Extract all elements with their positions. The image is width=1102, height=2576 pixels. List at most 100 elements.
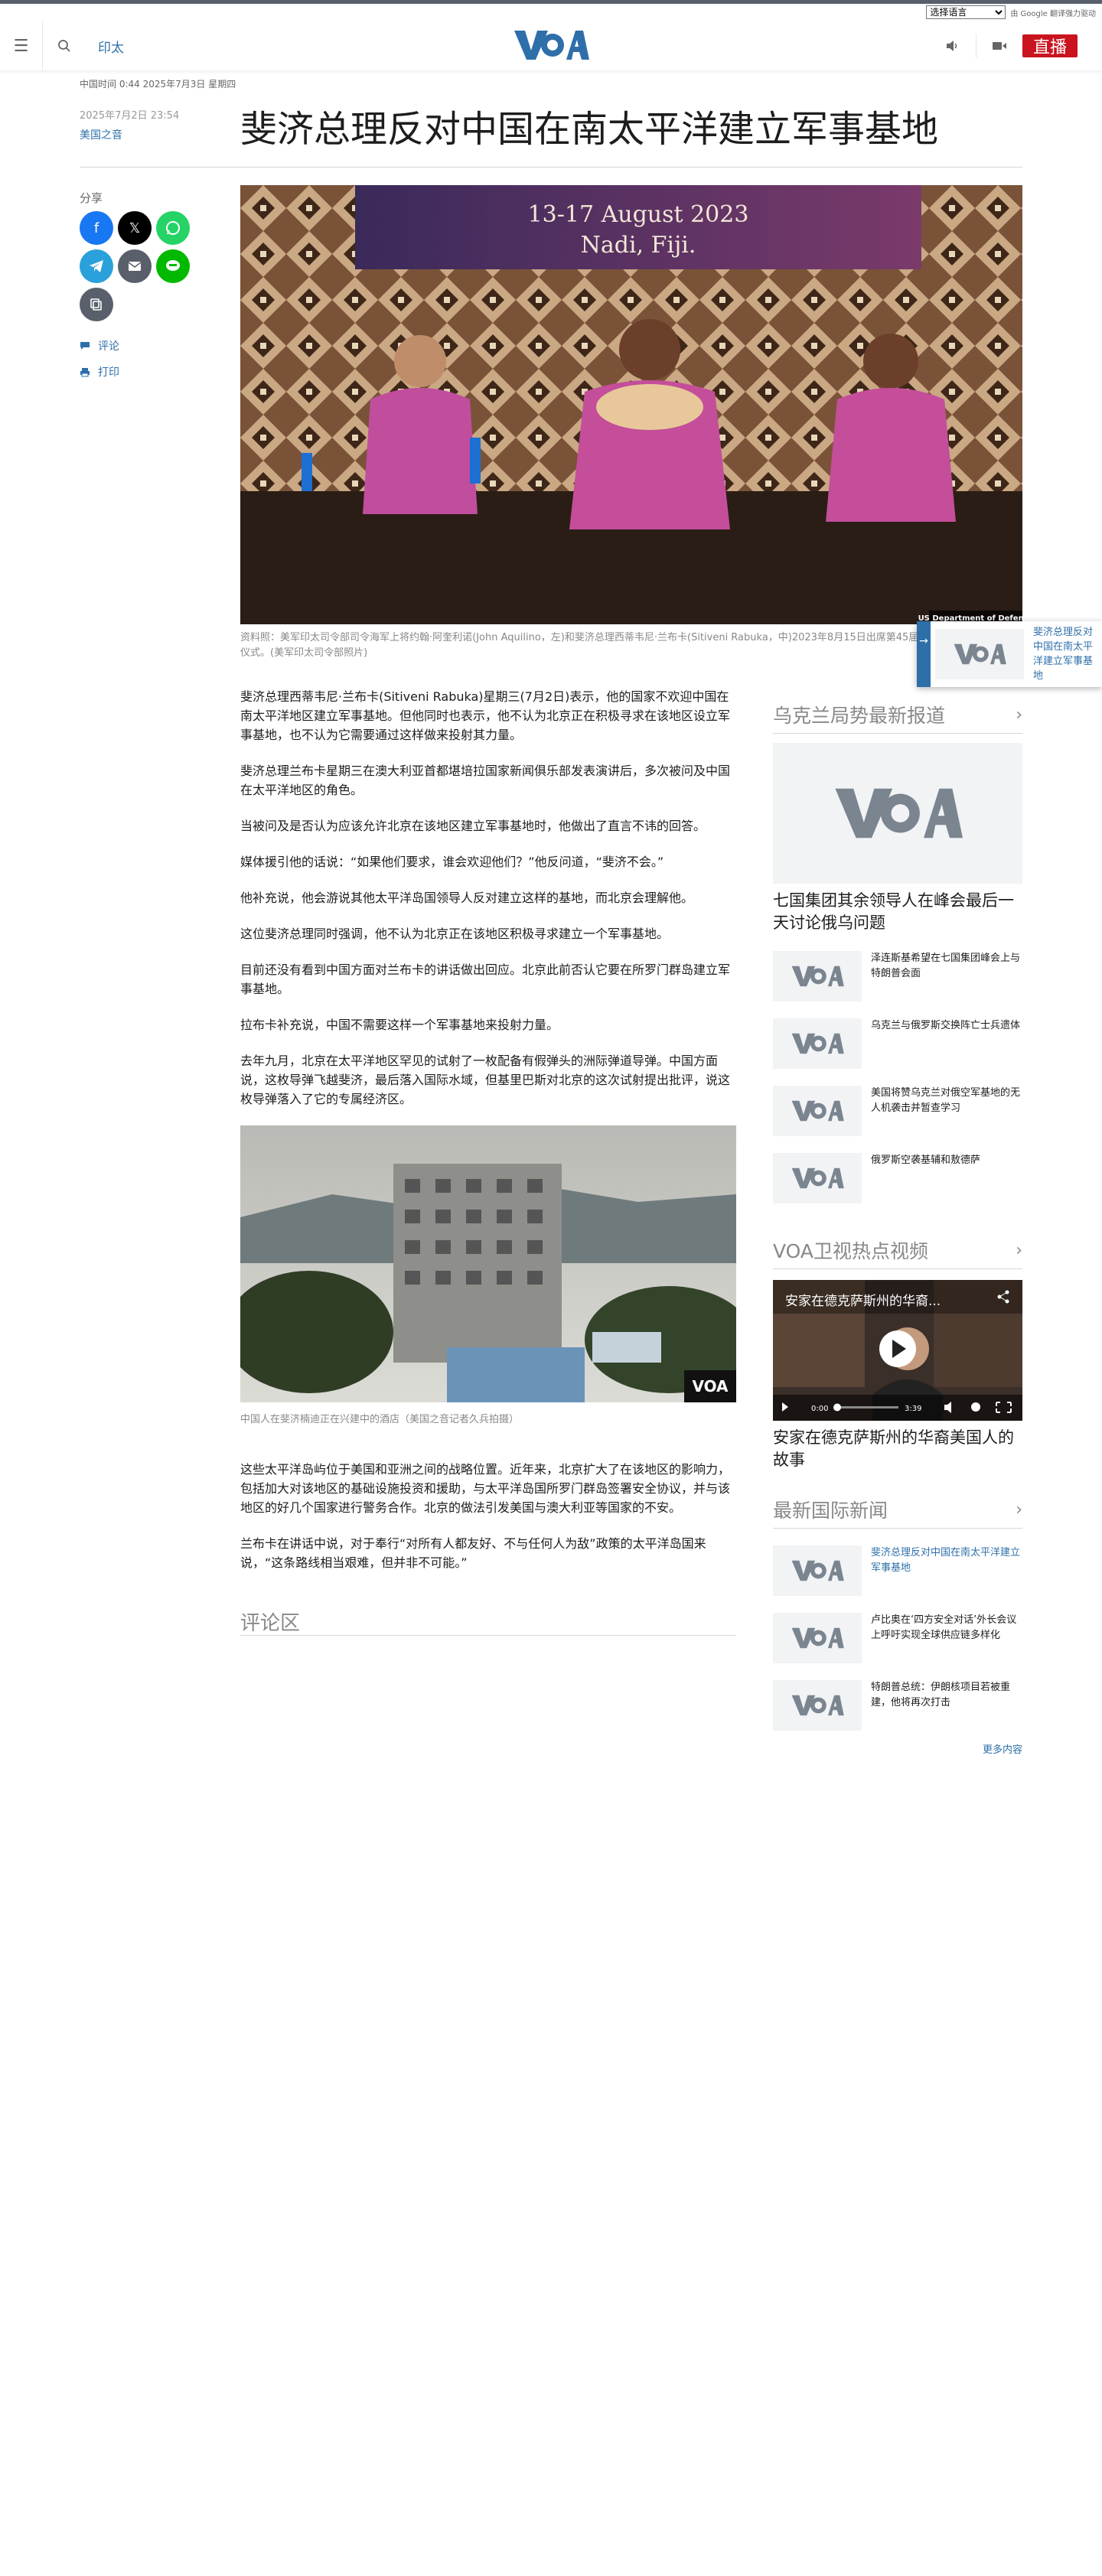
comment-icon xyxy=(80,342,90,350)
comment-link-label: 评论 xyxy=(98,340,119,353)
list-item-title: 卢比奥在‘四方安全对话’外长会议上呼吁实现全球供应链多样化 xyxy=(871,1614,1017,1641)
list-item-title: 乌克兰与俄罗斯交换阵亡士兵遗体 xyxy=(871,1020,1021,1031)
list-item-title: 美国将赞乌克兰对俄空军基地的无人机袭击并暂查学习 xyxy=(871,1087,1021,1114)
chevron-right-icon: › xyxy=(1016,1240,1022,1260)
publish-date: 2025年7月2日 23:54 xyxy=(80,110,180,122)
menu-icon[interactable]: ☰ xyxy=(0,21,43,70)
top-bar: 选择语言 由 Google 翻译强力驱动 xyxy=(0,0,1102,21)
line-icon[interactable] xyxy=(156,249,190,283)
rail-tv-heading[interactable]: VOA卫视热点视频 › xyxy=(773,1236,1022,1269)
voa-placeholder-image xyxy=(773,1680,862,1731)
translate-powered: 由 Google 翻译强力驱动 xyxy=(1010,9,1096,18)
voa-placeholder-image xyxy=(773,1153,862,1203)
settings-icon[interactable] xyxy=(971,1402,980,1412)
paragraph: 目前还没有看到中国方面对兰布卡的讲话做出回应。北京此前否认它要在所罗门群岛建立军… xyxy=(240,962,731,996)
video-icon[interactable] xyxy=(976,34,1022,58)
current-time: 中国时间 0:44 2025年7月3日 星期四 xyxy=(80,79,236,90)
video-total-time: 3:39 xyxy=(905,1405,921,1413)
voa-placeholder-image xyxy=(773,1613,862,1663)
x-twitter-icon[interactable]: 𝕏 xyxy=(118,211,152,245)
voa-placeholder-image xyxy=(773,951,862,1001)
audio-icon[interactable] xyxy=(930,34,976,58)
voa-logo[interactable] xyxy=(513,28,589,63)
print-link-label: 打印 xyxy=(98,366,119,379)
list-item[interactable]: 斐济总理反对中国在南太平洋建立军事基地 xyxy=(773,1545,1022,1596)
list-item[interactable]: 美国将赞乌克兰对俄空军基地的无人机袭击并暂查学习 xyxy=(773,1086,1022,1136)
comments-divider xyxy=(240,1635,736,1636)
arrow-right-icon[interactable]: → xyxy=(917,621,931,687)
list-item-title: 特朗普总统：伊朗核项目若被重建，他将再次打击 xyxy=(871,1682,1011,1708)
voa-placeholder-image xyxy=(773,1018,862,1069)
list-item[interactable]: 卢比奥在‘四方安全对话’外长会议上呼吁实现全球供应链多样化 xyxy=(773,1613,1022,1663)
share-label: 分享 xyxy=(80,191,103,205)
voa-placeholder-image[interactable] xyxy=(773,743,1022,884)
facebook-icon[interactable]: f xyxy=(80,211,113,245)
list-item[interactable]: 特朗普总统：伊朗核项目若被重建，他将再次打击 xyxy=(773,1680,1022,1731)
print-icon xyxy=(80,367,90,376)
hero-caption: 资料照：美军印太司令部司令海军上将约翰·阿奎利诺(John Aquilino，左… xyxy=(240,632,1019,659)
telegram-icon[interactable] xyxy=(80,249,113,283)
live-button[interactable]: 直播 xyxy=(1022,34,1078,57)
whatsapp-icon[interactable] xyxy=(156,211,190,245)
rail-ukraine-heading[interactable]: 乌克兰局势最新报道 › xyxy=(773,701,1022,734)
article-title: 斐济总理反对中国在南太平洋建立军事基地 xyxy=(240,108,939,151)
title-divider xyxy=(80,167,1022,168)
list-item-title: 俄罗斯空袭基辅和敖德萨 xyxy=(871,1154,981,1166)
share-buttons: f 𝕏 xyxy=(80,211,202,321)
comment-link[interactable]: 评论 xyxy=(80,338,119,353)
video-current-time: 0:00 xyxy=(811,1405,828,1413)
paragraph: 这些太平洋岛屿位于美国和亚洲之间的战略位置。近年来，北京扩大了在该地区的影响力，… xyxy=(240,1462,731,1515)
rail-big-title[interactable]: 七国集团其余领导人在峰会最后一天讨论俄乌问题 xyxy=(773,890,1022,934)
hero-image: 13-17 August 2023 Nadi, Fiji. US Departm… xyxy=(240,185,1022,624)
article-body: 斐济总理西蒂韦尼·兰布卡(Sitiveni Rabuka)星期三(7月2日)表示… xyxy=(240,687,736,1589)
paragraph: 当被问及是否认为应该允许北京在该地区建立军事基地时，他做出了直言不讳的回答。 xyxy=(240,819,706,833)
rail-tv: VOA卫视热点视频 › 安家在德克萨斯州的华裔... 0:00 3:39 安家在… xyxy=(773,1236,1022,1471)
hero-banner-line1: 13-17 August 2023 xyxy=(528,201,749,228)
paragraph: 兰布卡在讲话中说，对于奉行“对所有人都友好、不与任何人为敌”政策的太平洋岛国来说… xyxy=(240,1536,706,1570)
google-translate: 选择语言 由 Google 翻译强力驱动 xyxy=(926,5,1096,19)
region-link[interactable]: 印太 xyxy=(98,37,124,56)
chevron-right-icon: › xyxy=(1016,1500,1022,1519)
list-item[interactable]: 乌克兰与俄罗斯交换阵亡士兵遗体 xyxy=(773,1018,1022,1069)
list-item-title: 泽连斯基希望在七国集团峰会上与特朗普会面 xyxy=(871,953,1021,979)
paragraph: 拉布卡补充说，中国不需要这样一个军事基地来投射力量。 xyxy=(240,1018,559,1032)
rail-intl: 最新国际新闻 › 斐济总理反对中国在南太平洋建立军事基地 卢比奥在‘四方安全对话… xyxy=(773,1496,1022,1756)
list-item-title: 斐济总理反对中国在南太平洋建立军事基地 xyxy=(871,1547,1021,1574)
video-player[interactable]: 安家在德克萨斯州的华裔... 0:00 3:39 xyxy=(773,1280,1022,1421)
floating-article-title: 斐济总理反对中国在南太平洋建立军事基地 xyxy=(1033,627,1094,682)
hotel-caption: 中国人在斐济楠迪正在兴建中的酒店（美国之音记者久兵拍摄） xyxy=(240,1414,520,1425)
voa-placeholder-image xyxy=(935,629,1024,679)
comments-heading: 评论区 xyxy=(240,1612,301,1635)
list-item[interactable]: 俄罗斯空袭基辅和敖德萨 xyxy=(773,1153,1022,1203)
site-header: ☰ 印太 直播 xyxy=(0,21,1102,70)
voa-watermark: VOA xyxy=(692,1377,729,1395)
chevron-right-icon: › xyxy=(1016,705,1022,725)
paragraph: 这位斐济总理同时强调，他不认为北京正在该地区积极寻求建立一个军事基地。 xyxy=(240,927,670,941)
seek-handle[interactable] xyxy=(833,1403,841,1412)
search-icon[interactable] xyxy=(43,21,86,70)
paragraph: 他补充说，他会游说其他太平洋岛国领导人反对建立这样的基地，而北京会理解他。 xyxy=(240,891,694,905)
rail-heading-text: 最新国际新闻 xyxy=(773,1500,888,1522)
hotel-image: VOA xyxy=(240,1125,736,1402)
copy-link-icon[interactable] xyxy=(80,288,113,321)
play-icon[interactable] xyxy=(879,1330,916,1367)
more-link[interactable]: 更多内容 xyxy=(773,1741,1022,1756)
email-icon[interactable] xyxy=(118,249,152,283)
paragraph: 斐济总理兰布卡星期三在澳大利亚首都堪培拉国家新闻俱乐部发表演讲后，多次被问及中国… xyxy=(240,764,731,797)
language-select[interactable]: 选择语言 xyxy=(926,5,1006,19)
paragraph: 媒体援引他的话说：“如果他们要求，谁会欢迎他们？”他反问道，“斐济不会。” xyxy=(240,855,664,869)
voa-placeholder-image xyxy=(773,1545,862,1596)
floating-related-article[interactable]: → 斐济总理反对中国在南太平洋建立军事基地 xyxy=(917,621,1102,687)
video-item-title[interactable]: 安家在德克萨斯州的华裔美国人的故事 xyxy=(773,1427,1022,1471)
list-item[interactable]: 泽连斯基希望在七国集团峰会上与特朗普会面 xyxy=(773,951,1022,1001)
hero-banner-line2: Nadi, Fiji. xyxy=(581,232,696,259)
rail-heading-text: 乌克兰局势最新报道 xyxy=(773,705,946,727)
rail-intl-heading[interactable]: 最新国际新闻 › xyxy=(773,1496,1022,1529)
rail-heading-text: VOA卫视热点视频 xyxy=(773,1240,929,1262)
print-link[interactable]: 打印 xyxy=(80,364,119,379)
paragraph: 斐济总理西蒂韦尼·兰布卡(Sitiveni Rabuka)星期三(7月2日)表示… xyxy=(240,689,731,742)
rail-ukraine: 乌克兰局势最新报道 › 七国集团其余领导人在峰会最后一天讨论俄乌问题 泽连斯基希… xyxy=(773,701,1022,1203)
paragraph: 去年九月，北京在太平洋地区罕见的试射了一枚配备有假弹头的洲际弹道导弹。中国方面说… xyxy=(240,1054,731,1106)
source-link[interactable]: 美国之音 xyxy=(80,127,122,142)
voa-placeholder-image xyxy=(773,1086,862,1136)
